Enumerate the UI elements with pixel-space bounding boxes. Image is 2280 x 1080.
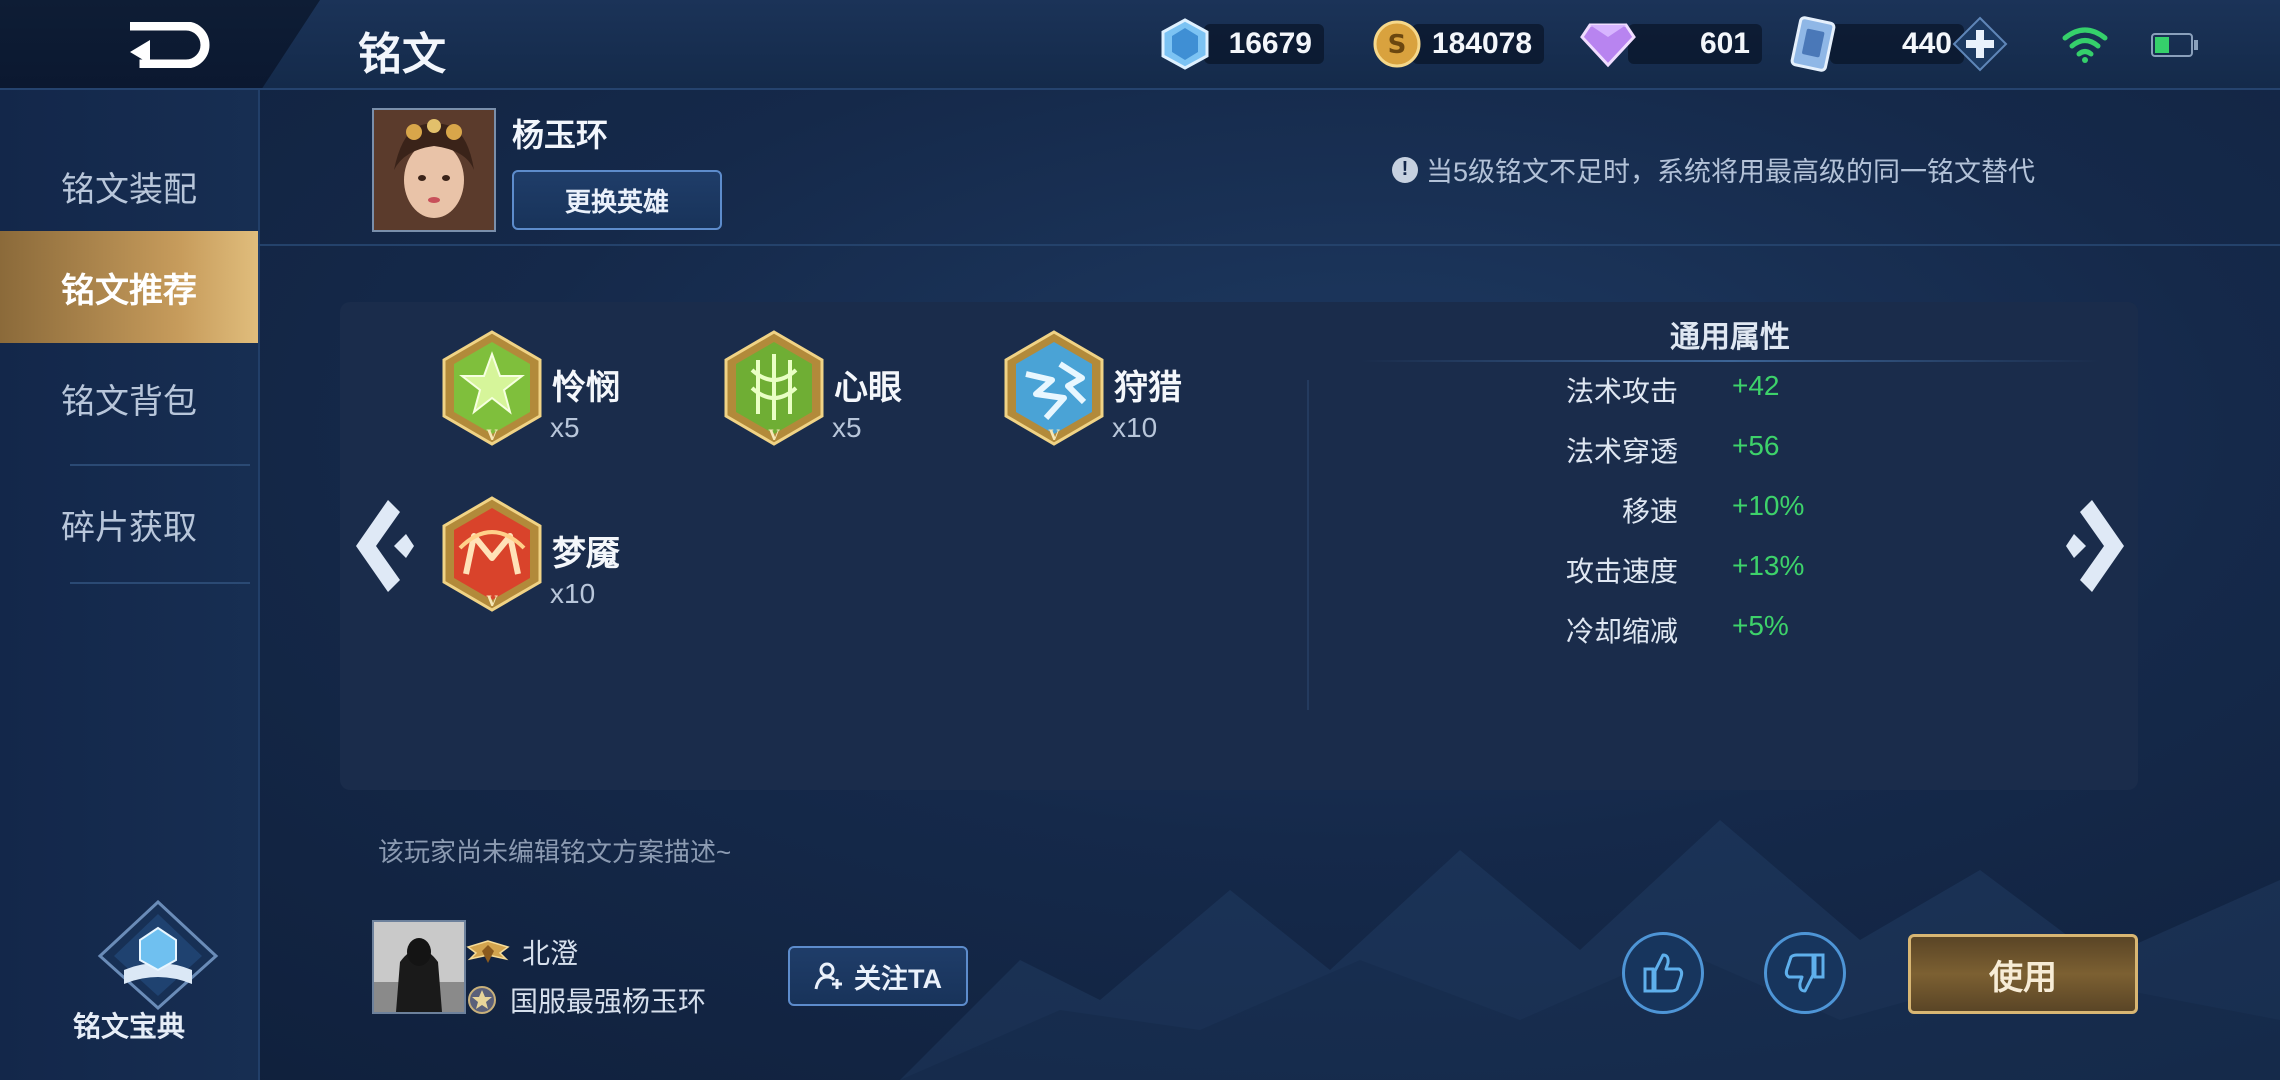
rune-item[interactable]: V 心眼 x5 — [722, 330, 902, 453]
attribute-value: +13% — [1732, 550, 1805, 581]
thumbs-up-icon — [1643, 953, 1684, 993]
rune-codex-icon[interactable] — [96, 900, 220, 1010]
use-button[interactable]: 使用 — [1908, 934, 2138, 1014]
title-badge-icon — [468, 986, 496, 1014]
attribute-row: 冷却缩减 +5% — [1360, 610, 2100, 650]
back-arrow-icon — [130, 22, 210, 68]
top-bar: 铭文 16679 S 184078 601 440 — [0, 0, 2280, 90]
svg-text:V: V — [486, 594, 499, 610]
sidebar-divider — [70, 464, 250, 466]
dislike-button[interactable] — [1764, 932, 1846, 1014]
sidebar-item-rune-recommend[interactable]: 铭文推荐 — [0, 231, 258, 343]
rune-item[interactable]: V 狩猎 x10 — [1002, 330, 1182, 453]
sidebar-item-fragment[interactable]: 碎片获取 — [0, 468, 258, 580]
diamond-icon — [1580, 23, 1636, 68]
rune-name: 怜悯 — [552, 369, 620, 407]
attribute-name: 移速 — [1621, 496, 1678, 527]
panel-divider — [1307, 380, 1309, 710]
sidebar-item-rune-bag[interactable]: 铭文背包 — [0, 342, 258, 454]
attribute-name: 冷却缩减 — [1565, 616, 1678, 647]
rune-green-hexagon-icon: V — [442, 330, 542, 446]
attribute-row: 法术穿透 +56 — [1360, 430, 2100, 470]
resource-voucher: 440 — [1790, 16, 1964, 72]
attribute-value: +5% — [1732, 610, 1789, 641]
attributes-title-divider — [1360, 360, 2100, 362]
attribute-value: +56 — [1732, 430, 1780, 461]
gold-count: 184078 — [1412, 24, 1544, 64]
rank-wings-icon — [466, 940, 510, 963]
follow-button[interactable]: 关注TA — [788, 946, 968, 1006]
rune-name: 心眼 — [834, 369, 902, 407]
diamond-count: 601 — [1628, 24, 1762, 64]
notice-text: 当5级铭文不足时，系统将用最高级的同一铭文替代 — [1426, 157, 2036, 187]
resource-diamond: 601 — [1580, 18, 1762, 70]
svg-text:V: V — [486, 428, 499, 444]
plan-description: 该玩家尚未编辑铭文方案描述~ — [378, 837, 732, 867]
follow-button-label: 关注TA — [854, 963, 942, 994]
attribute-value: +42 — [1732, 370, 1780, 401]
rune-count: x10 — [550, 578, 596, 609]
notice: ! 当5级铭文不足时，系统将用最高级的同一铭文替代 — [1392, 150, 2035, 189]
crystal-icon — [1161, 18, 1209, 70]
author-avatar[interactable] — [372, 920, 466, 1014]
rune-name: 狩猎 — [1114, 369, 1182, 407]
rune-count: x5 — [550, 412, 580, 443]
author-title: 国服最强杨玉环 — [510, 986, 707, 1017]
rune-name: 梦魇 — [552, 535, 620, 573]
hero-portrait-image — [374, 110, 494, 230]
voucher-icon — [1790, 16, 1836, 72]
previous-page-arrow-icon[interactable] — [348, 496, 418, 596]
rune-blue-hexagon-icon: V — [1004, 330, 1104, 446]
svg-text:V: V — [768, 428, 781, 444]
crystal-count: 16679 — [1204, 24, 1324, 64]
header-divider — [258, 244, 2280, 246]
svg-text:S: S — [1388, 30, 1407, 60]
wifi-icon — [2062, 27, 2108, 63]
like-button[interactable] — [1622, 932, 1704, 1014]
attribute-row: 移速 +10% — [1360, 490, 2100, 530]
voucher-count: 440 — [1830, 24, 1964, 64]
gold-coin-icon: S — [1373, 20, 1421, 68]
page-title: 铭文 — [358, 30, 446, 79]
rune-count: x10 — [1112, 412, 1158, 443]
battery-icon — [2151, 33, 2198, 57]
sidebar-item-rune-equip[interactable]: 铭文装配 — [0, 130, 258, 242]
attribute-row: 攻击速度 +13% — [1360, 550, 2100, 590]
attribute-value: +10% — [1732, 490, 1805, 521]
hero-name: 杨玉环 — [512, 117, 609, 153]
svg-text:V: V — [1048, 428, 1061, 444]
resource-crystal: 16679 — [1160, 18, 1324, 70]
attributes-title: 通用属性 — [1670, 321, 1790, 354]
attribute-name: 法术攻击 — [1565, 376, 1678, 407]
info-icon: ! — [1392, 156, 1418, 183]
resource-gold: S 184078 — [1372, 18, 1544, 70]
change-hero-button[interactable]: 更换英雄 — [512, 170, 722, 230]
rune-item[interactable]: V 怜悯 x5 — [440, 330, 620, 453]
rune-red-hexagon-icon: V — [442, 496, 542, 612]
hero-avatar[interactable] — [372, 108, 496, 232]
back-button[interactable] — [0, 0, 320, 88]
rune-codex-label[interactable]: 铭文宝典 — [0, 1005, 258, 1045]
author-title-row: 国服最强杨玉环 — [466, 980, 706, 1020]
author-name: 北澄 — [522, 938, 579, 969]
add-icon[interactable] — [1952, 16, 2008, 72]
attribute-name: 法术穿透 — [1565, 436, 1678, 467]
rune-count: x5 — [832, 412, 862, 443]
attribute-row: 法术攻击 +42 — [1360, 370, 2100, 410]
thumbs-down-icon — [1784, 953, 1825, 993]
rune-item[interactable]: V 梦魇 x10 — [440, 496, 620, 619]
rune-green-hexagon-icon: V — [724, 330, 824, 446]
author-photo-image — [374, 922, 464, 1012]
author-name-row: 北澄 — [466, 932, 578, 972]
sidebar-divider — [70, 582, 250, 584]
add-friend-icon — [814, 962, 842, 990]
attribute-name: 攻击速度 — [1565, 556, 1678, 587]
